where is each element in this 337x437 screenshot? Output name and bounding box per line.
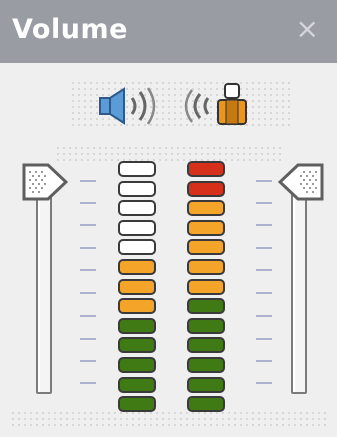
scale-tick	[80, 360, 96, 362]
scale-tick	[80, 382, 96, 384]
scale-tick	[256, 292, 272, 294]
scale-tick	[256, 382, 272, 384]
scale-tick	[256, 224, 272, 226]
scale-tick	[256, 315, 272, 317]
scale-tick	[256, 360, 272, 362]
output-volume-slider-track[interactable]	[36, 178, 52, 394]
scale-tick	[80, 338, 96, 340]
input-volume-slider-track[interactable]	[291, 178, 307, 394]
scale-tick	[256, 202, 272, 204]
meter-segment	[118, 181, 156, 197]
scale-tick	[80, 269, 96, 271]
meter-segment	[118, 298, 156, 314]
microphone-user-icon[interactable]	[178, 82, 258, 126]
input-volume-slider-handle[interactable]	[278, 163, 324, 201]
meter-segment	[118, 200, 156, 216]
meter-segment	[118, 220, 156, 236]
meter-segment	[187, 377, 225, 393]
window-title: Volume	[12, 14, 128, 45]
scale-tick	[256, 269, 272, 271]
meter-segment	[187, 161, 225, 177]
meter-segment	[187, 396, 225, 412]
meter-segment	[187, 298, 225, 314]
scale-tick	[80, 315, 96, 317]
meter-segment	[118, 259, 156, 275]
meter-segment	[187, 357, 225, 373]
meter-segment	[118, 279, 156, 295]
scale-tick	[80, 202, 96, 204]
meter-segment	[187, 220, 225, 236]
scale-tick	[80, 224, 96, 226]
title-bar: Volume ×	[0, 0, 337, 63]
meter-segment	[118, 377, 156, 393]
meter-segment	[118, 161, 156, 177]
meter-segment	[187, 181, 225, 197]
scale-tick	[256, 180, 272, 182]
scale-tick	[256, 247, 272, 249]
output-volume-slider-handle[interactable]	[22, 163, 68, 201]
scale-tick	[256, 338, 272, 340]
meter-segment	[118, 357, 156, 373]
meter-segment	[187, 200, 225, 216]
meter-segment	[118, 239, 156, 255]
meter-segment	[187, 337, 225, 353]
meter-segment	[187, 239, 225, 255]
speaker-icon[interactable]	[98, 86, 168, 126]
scale-tick	[80, 292, 96, 294]
scale-tick	[80, 247, 96, 249]
scale-tick	[80, 180, 96, 182]
close-icon[interactable]: ×	[296, 15, 319, 43]
meter-segment	[187, 279, 225, 295]
meter-segment	[187, 318, 225, 334]
meter-segment	[118, 396, 156, 412]
meter-segment	[187, 259, 225, 275]
meter-segment	[118, 318, 156, 334]
meter-segment	[118, 337, 156, 353]
